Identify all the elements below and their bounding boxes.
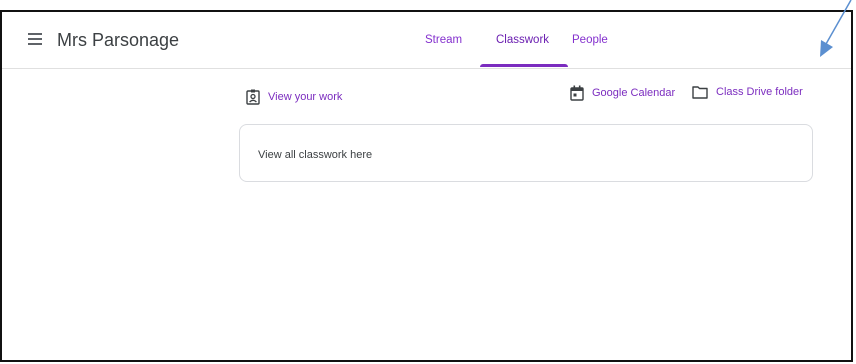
assignment-ind-icon (246, 89, 260, 105)
google-calendar-link[interactable]: Google Calendar (570, 85, 675, 101)
classroom-window: Mrs Parsonage Stream Classwork People Vi… (0, 10, 853, 362)
tab-people[interactable]: People (572, 34, 608, 46)
folder-icon (692, 86, 708, 99)
tab-classwork[interactable]: Classwork (496, 34, 549, 46)
class-drive-folder-label: Class Drive folder (716, 86, 803, 98)
hamburger-menu-icon[interactable] (28, 31, 46, 47)
class-drive-folder-link[interactable]: Class Drive folder (692, 85, 803, 99)
view-your-work-label: View your work (268, 91, 343, 103)
classwork-card[interactable]: View all classwork here (239, 124, 813, 182)
top-app-bar: Mrs Parsonage Stream Classwork People (2, 12, 851, 69)
calendar-icon (570, 85, 584, 101)
active-tab-indicator (480, 64, 568, 67)
tab-stream[interactable]: Stream (425, 34, 462, 46)
view-your-work-link[interactable]: View your work (246, 89, 342, 105)
google-calendar-label: Google Calendar (592, 87, 676, 99)
view-all-classwork-text: View all classwork here (258, 149, 373, 161)
class-title[interactable]: Mrs Parsonage (57, 30, 179, 51)
